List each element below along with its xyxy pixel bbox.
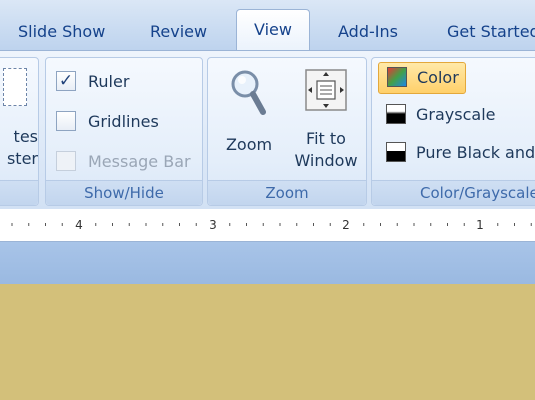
group-color-grayscale: Color Grayscale Pure Black and White Col… <box>371 57 535 206</box>
tab-view[interactable]: View <box>236 9 310 52</box>
fit-to-window-label-2: Window <box>294 151 358 170</box>
tab-add-ins[interactable]: Add-Ins <box>338 12 398 50</box>
ruler-scale: 4 3 2 1 <box>11 218 532 232</box>
gridlines-checkbox[interactable] <box>56 110 76 131</box>
notes-master-button[interactable]: tes ster <box>0 68 38 170</box>
color-swatch-icon <box>387 66 407 87</box>
black-white-swatch-icon <box>386 141 406 162</box>
pure-black-white-label: Pure Black and White <box>416 143 535 162</box>
ribbon-body: tes ster ✓ Ruler Gridlines Message Bar Sh… <box>0 50 535 210</box>
notes-master-label-2: ster <box>6 149 38 168</box>
message-bar-checkbox-row: Message Bar <box>56 150 191 174</box>
notes-master-icon <box>3 68 27 106</box>
ruler-label: Ruler <box>88 72 130 91</box>
ribbon-tab-strip: Slide Show Review View Add-Ins Get Start… <box>0 0 535 52</box>
zoom-button[interactable]: Zoom <box>214 66 284 156</box>
gridlines-label: Gridlines <box>88 112 159 131</box>
grayscale-button[interactable]: Grayscale <box>386 100 495 130</box>
group-show-hide: ✓ Ruler Gridlines Message Bar Show/Hide <box>45 57 203 206</box>
message-bar-checkbox <box>56 150 76 171</box>
color-button[interactable]: Color <box>378 62 466 94</box>
group-zoom: Zoom Fit to Window Zoom <box>207 57 367 206</box>
slide-canvas[interactable] <box>0 284 535 400</box>
color-label: Color <box>417 68 459 87</box>
notes-master-label-1: tes <box>13 127 38 146</box>
message-bar-label: Message Bar <box>88 152 191 171</box>
gridlines-checkbox-row[interactable]: Gridlines <box>56 110 159 134</box>
group-label-zoom: Zoom <box>208 180 366 205</box>
ruler-number: 1 <box>476 218 484 232</box>
group-label-color-grayscale: Color/Grayscale <box>372 180 535 205</box>
zoom-button-label: Zoom <box>225 135 273 154</box>
magnifier-icon <box>231 70 266 115</box>
ruler-number: 4 <box>75 218 83 232</box>
group-presentation-views: tes ster <box>0 57 39 206</box>
grayscale-label: Grayscale <box>416 105 496 124</box>
group-label-partial <box>0 180 38 205</box>
ruler-checkbox[interactable]: ✓ <box>56 70 76 91</box>
fit-to-window-label-1: Fit to <box>306 129 346 148</box>
pure-black-white-button[interactable]: Pure Black and White <box>386 138 535 168</box>
tab-review[interactable]: Review <box>150 12 207 50</box>
horizontal-ruler[interactable]: 4 3 2 1 <box>0 209 535 242</box>
fit-to-window-button[interactable]: Fit to Window <box>288 66 364 172</box>
ruler-number: 3 <box>209 218 217 232</box>
tab-slide-show[interactable]: Slide Show <box>18 12 105 50</box>
fit-to-window-icon <box>305 69 347 111</box>
ruler-checkbox-row[interactable]: ✓ Ruler <box>56 70 129 94</box>
grayscale-swatch-icon <box>386 103 406 124</box>
tab-get-started[interactable]: Get Started <box>447 12 535 50</box>
workspace-band <box>0 242 535 284</box>
group-label-show-hide: Show/Hide <box>46 180 202 205</box>
ruler-number: 2 <box>342 218 350 232</box>
